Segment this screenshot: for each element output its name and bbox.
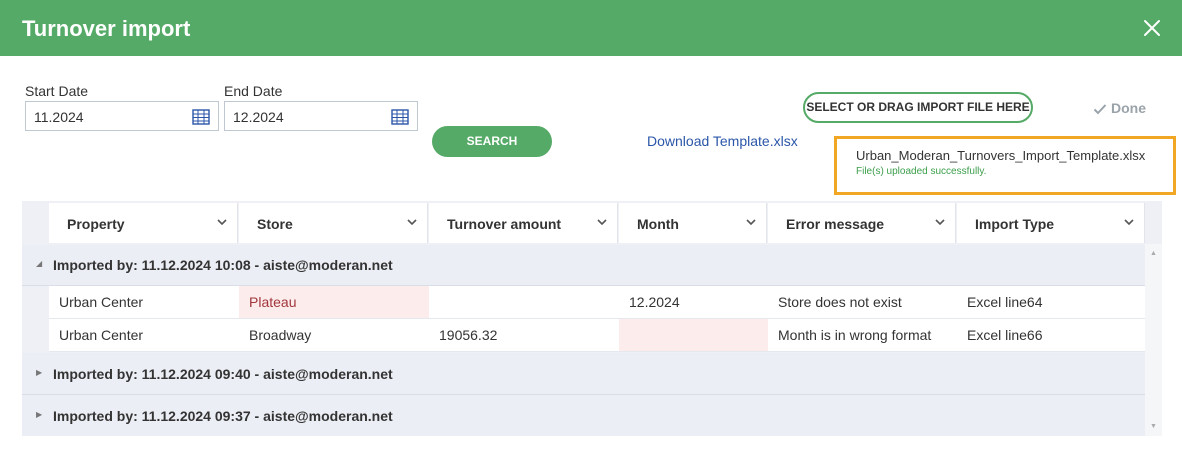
column-header-label: Import Type: [975, 216, 1055, 232]
calendar-icon[interactable]: [391, 109, 409, 125]
column-header-label: Month: [637, 216, 679, 232]
chevron-down-icon[interactable]: [1124, 218, 1134, 226]
column-header-import-type[interactable]: Import Type: [957, 203, 1145, 243]
end-date-label: End Date: [224, 83, 283, 99]
column-header-label: Turnover amount: [447, 216, 562, 232]
group-label: Imported by: 11.12.2024 09:40 - aiste@mo…: [53, 366, 393, 382]
table-row[interactable]: Urban Center Plateau 12.2024 Store does …: [49, 286, 1145, 319]
cell-turnover-amount: [429, 286, 619, 318]
end-date-field[interactable]: 12.2024: [224, 101, 418, 131]
table-row[interactable]: Urban Center Broadway 19056.32 Month is …: [49, 319, 1145, 352]
cell-property: Urban Center: [59, 294, 144, 310]
start-date-value[interactable]: 11.2024: [34, 109, 84, 125]
upload-status: File(s) uploaded successfully.: [856, 166, 987, 177]
search-button[interactable]: SEARCH: [432, 126, 552, 157]
dialog-title: Turnover import: [22, 16, 191, 41]
column-header-store[interactable]: Store: [239, 203, 428, 243]
column-header-turnover-amount[interactable]: Turnover amount: [429, 203, 618, 243]
cell-month: [619, 319, 768, 351]
cell-error-message: Month is in wrong format: [778, 327, 932, 343]
check-icon: [1093, 104, 1107, 115]
column-header-label: Property: [67, 216, 125, 232]
scroll-down-icon[interactable]: ▼: [1150, 423, 1157, 430]
close-icon[interactable]: [1140, 16, 1164, 40]
chevron-down-icon[interactable]: [935, 218, 945, 226]
cell-import-type: Excel line66: [967, 327, 1043, 343]
scroll-up-icon[interactable]: ▲: [1150, 250, 1157, 257]
start-date-label: Start Date: [25, 83, 89, 99]
group-row[interactable]: ▶ Imported by: 11.12.2024 09:37 - aiste@…: [22, 395, 1145, 436]
cell-import-type: Excel line64: [967, 294, 1043, 310]
cell-error-message: Store does not exist: [778, 294, 902, 310]
chevron-down-icon[interactable]: [217, 218, 227, 226]
group-row[interactable]: ▶ Imported by: 11.12.2024 09:40 - aiste@…: [22, 353, 1145, 395]
vertical-scrollbar[interactable]: [1145, 244, 1162, 436]
dialog-header: Turnover import: [0, 0, 1182, 56]
column-header-label: Error message: [786, 216, 885, 232]
group-label: Imported by: 11.12.2024 09:37 - aiste@mo…: [53, 408, 393, 424]
column-header-error-message[interactable]: Error message: [768, 203, 956, 243]
group-row[interactable]: ◢ Imported by: 11.12.2024 10:08 - aiste@…: [22, 245, 1145, 286]
cell-store: Plateau: [239, 286, 429, 318]
chevron-down-icon[interactable]: [407, 218, 417, 226]
start-date-field[interactable]: 11.2024: [25, 101, 219, 131]
cell-month: 12.2024: [629, 294, 680, 310]
caret-down-icon[interactable]: ◢: [36, 259, 42, 268]
cell-turnover-amount: 19056.32: [439, 327, 498, 343]
turnover-grid: Property Store Turnover amount Month Err…: [22, 201, 1162, 436]
chevron-down-icon[interactable]: [746, 218, 756, 226]
end-date-value[interactable]: 12.2024: [233, 109, 284, 125]
select-import-file-button[interactable]: SELECT OR DRAG IMPORT FILE HERE: [803, 92, 1033, 123]
column-header-label: Store: [257, 216, 293, 232]
done-button[interactable]: Done: [1093, 100, 1146, 116]
column-header-property[interactable]: Property: [49, 203, 238, 243]
caret-right-icon[interactable]: ▶: [36, 410, 42, 419]
calendar-icon[interactable]: [192, 109, 210, 125]
cell-store: Broadway: [249, 327, 312, 343]
uploaded-file-name: Urban_Moderan_Turnovers_Import_Template.…: [856, 148, 1146, 163]
group-label: Imported by: 11.12.2024 10:08 - aiste@mo…: [53, 257, 393, 273]
column-header-month[interactable]: Month: [619, 203, 767, 243]
download-template-link[interactable]: Download Template.xlsx: [647, 133, 798, 149]
cell-property: Urban Center: [59, 327, 144, 343]
uploaded-file-panel: Urban_Moderan_Turnovers_Import_Template.…: [834, 136, 1176, 195]
chevron-down-icon[interactable]: [597, 218, 607, 226]
done-label: Done: [1111, 100, 1146, 116]
caret-right-icon[interactable]: ▶: [36, 368, 42, 377]
